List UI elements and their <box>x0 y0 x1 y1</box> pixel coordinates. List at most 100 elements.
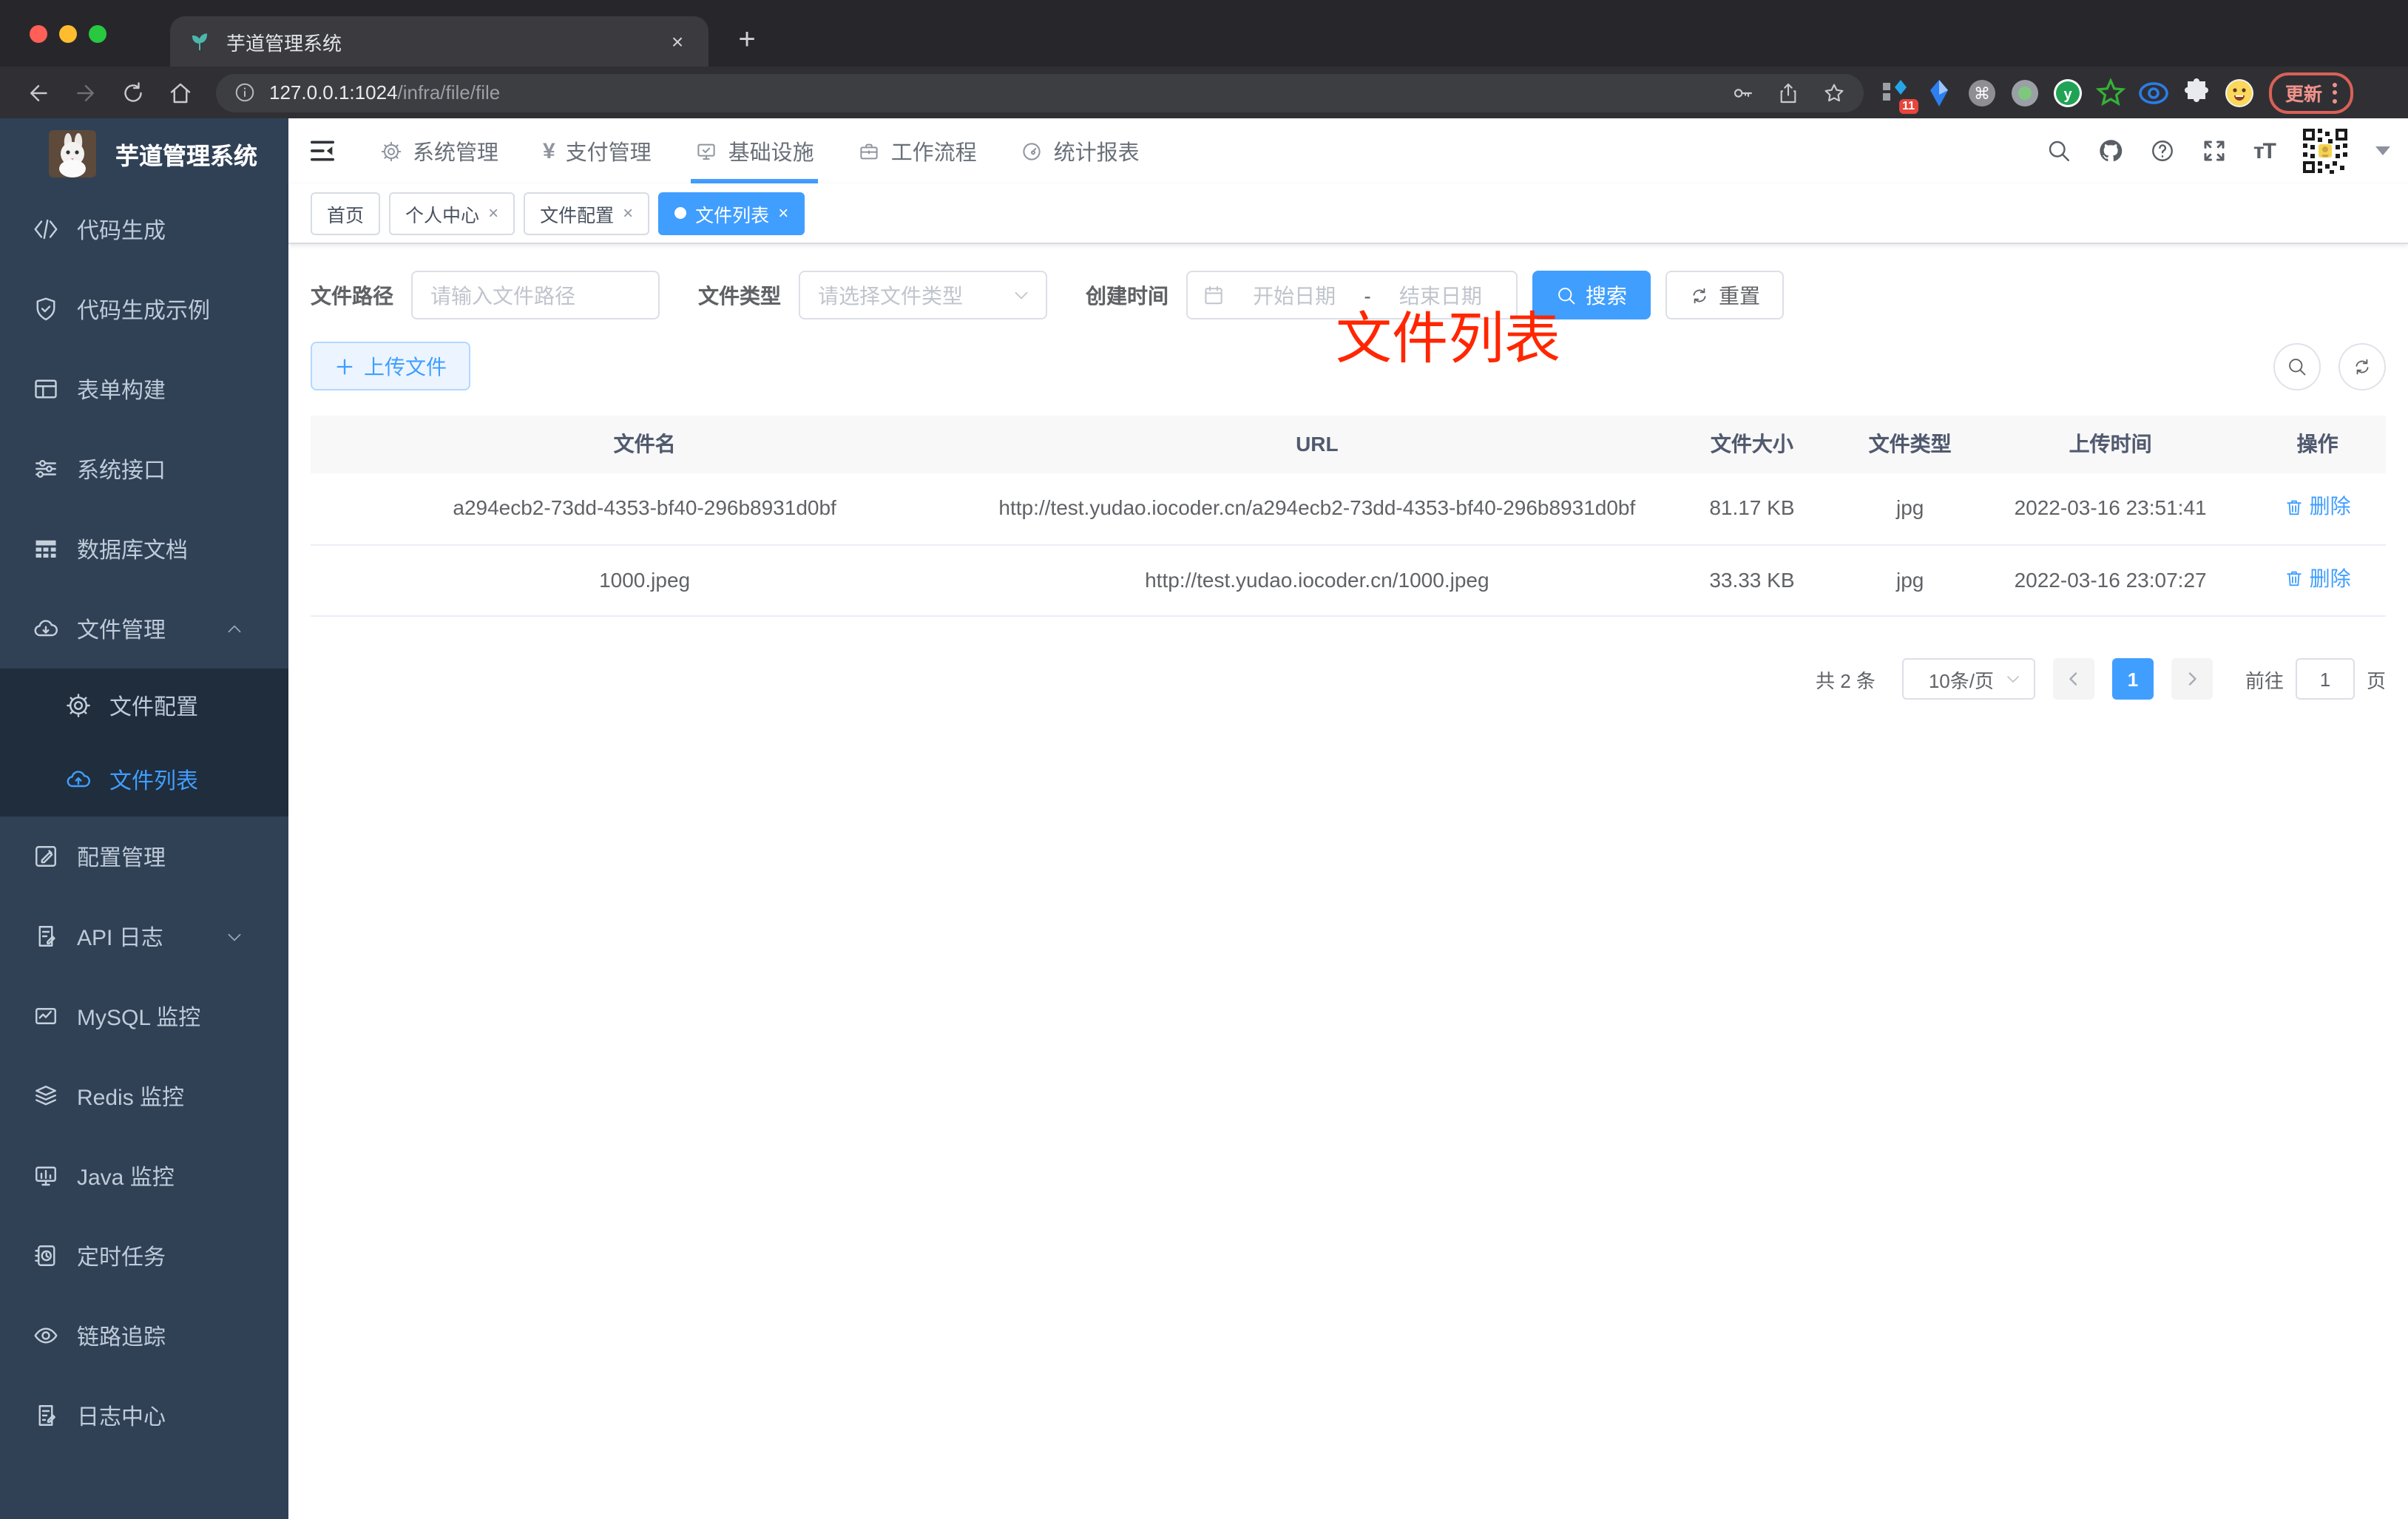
tag-close-icon[interactable]: × <box>623 203 633 223</box>
reload-icon[interactable] <box>120 79 146 106</box>
nav-item-统计报表[interactable]: 统计报表 <box>1005 118 1156 183</box>
site-info-icon[interactable] <box>234 81 256 104</box>
refresh-circle-button[interactable] <box>2338 342 2386 390</box>
nav-item-基础设施[interactable]: 基础设施 <box>680 118 831 183</box>
nav-item-系统管理[interactable]: 系统管理 <box>364 118 515 183</box>
home-icon[interactable] <box>167 79 194 106</box>
smiley-avatar-icon[interactable] <box>2225 78 2254 107</box>
command-ext-icon[interactable]: ⌘ <box>1967 78 1997 107</box>
chartmon-icon <box>33 1003 59 1029</box>
sidebar-item-Redis 监控[interactable]: Redis 监控 <box>0 1056 288 1136</box>
actions-cell: 删除 <box>2249 473 2386 545</box>
help-icon[interactable] <box>2150 138 2177 164</box>
sidebar-item-代码生成[interactable]: 代码生成 <box>0 189 288 269</box>
sidebar-item-定时任务[interactable]: 定时任务 <box>0 1216 288 1296</box>
browser-menu-kebab-icon[interactable] <box>2333 82 2338 103</box>
sidebar-item-label: 文件管理 <box>77 618 166 643</box>
view-tag-文件列表[interactable]: 文件列表 × <box>658 192 805 234</box>
fullscreen-icon[interactable] <box>2202 138 2228 164</box>
browser-update-button[interactable]: 更新 <box>2269 72 2354 113</box>
type-cell: jpg <box>1848 473 1972 545</box>
sidebar-item-API 日志[interactable]: API 日志 <box>0 896 288 976</box>
goto-page-input[interactable] <box>2295 658 2355 700</box>
tab-close-icon[interactable]: × <box>664 30 691 53</box>
nav-item-工作流程[interactable]: 工作流程 <box>842 118 993 183</box>
sidebar-logo[interactable]: 芋道管理系统 <box>0 118 288 189</box>
sidebar-item-数据库文档[interactable]: 数据库文档 <box>0 509 288 589</box>
sidebar-collapse-icon[interactable] <box>308 136 337 166</box>
delete-button[interactable]: 删除 <box>2284 563 2351 594</box>
sidebar-item-label: Redis 监控 <box>77 1085 185 1110</box>
user-avatar[interactable] <box>2300 126 2350 176</box>
sidebar-item-代码生成示例[interactable]: 代码生成示例 <box>0 269 288 349</box>
top-nav: 系统管理 ¥ 支付管理 基础设施 工作流程 统计报表 <box>364 118 1156 183</box>
url-bar[interactable]: 127.0.0.1:1024/infra/file/file <box>216 73 1864 112</box>
url-text[interactable]: 127.0.0.1:1024/infra/file/file <box>269 81 500 104</box>
page-size-value: 10条/页 <box>1928 669 1994 691</box>
sidebar-item-配置管理[interactable]: 配置管理 <box>0 816 288 896</box>
tag-close-icon[interactable]: × <box>488 203 498 223</box>
upload-file-button[interactable]: 上传文件 <box>311 342 470 390</box>
update-label: 更新 <box>2285 84 2323 105</box>
y-circle-ext-icon[interactable]: y <box>2053 78 2083 107</box>
puzzle-ext-icon[interactable] <box>2182 78 2211 107</box>
close-window-button[interactable] <box>30 25 47 43</box>
view-tag-个人中心[interactable]: 个人中心 × <box>389 192 515 234</box>
zoom-window-button[interactable] <box>89 25 106 43</box>
search-icon[interactable] <box>2046 138 2073 164</box>
search-button-label: 搜索 <box>1586 283 1627 307</box>
col-uploadtime: 上传时间 <box>1971 416 2250 473</box>
sidebar-item-日志中心[interactable]: 日志中心 <box>0 1376 288 1455</box>
avatar-caret-down-icon[interactable] <box>2375 146 2390 155</box>
editsq-icon <box>33 843 59 870</box>
green-star-ext-icon[interactable] <box>2096 78 2125 107</box>
minimize-window-button[interactable] <box>59 25 77 43</box>
sidebar-item-表单构建[interactable]: 表单构建 <box>0 349 288 429</box>
tag-label: 文件列表 <box>695 205 770 226</box>
bookmark-star-icon[interactable] <box>1822 81 1846 104</box>
monitor-icon <box>696 140 718 162</box>
back-icon[interactable] <box>25 79 52 106</box>
tag-label: 首页 <box>327 205 365 226</box>
font-size-icon[interactable]: тT <box>2253 138 2276 163</box>
sidebar-item-文件配置[interactable]: 文件配置 <box>0 669 288 742</box>
sidebar-item-链路追踪[interactable]: 链路追踪 <box>0 1296 288 1376</box>
new-tab-button[interactable]: + <box>729 24 765 58</box>
blue-kite-ext-icon[interactable] <box>1924 78 1954 107</box>
delete-button[interactable]: 删除 <box>2284 491 2351 522</box>
show-search-circle-button[interactable] <box>2273 342 2321 390</box>
dbtable-icon <box>33 535 59 562</box>
prev-page-button[interactable] <box>2052 658 2094 700</box>
header-actions: тT <box>2046 126 2408 176</box>
forward-icon[interactable] <box>72 79 99 106</box>
tag-close-icon[interactable]: × <box>778 203 788 223</box>
file-type-select[interactable]: 请选择文件类型 <box>799 271 1047 319</box>
next-page-button[interactable] <box>2171 658 2213 700</box>
view-tag-首页[interactable]: 首页 <box>311 192 381 234</box>
app-title: 芋道管理系统 <box>115 145 258 170</box>
view-tag-文件配置[interactable]: 文件配置 × <box>524 192 650 234</box>
sidebar-item-MySQL 监控[interactable]: MySQL 监控 <box>0 976 288 1056</box>
green-dot-ext-icon[interactable] <box>2010 78 2040 107</box>
app-header: 系统管理 ¥ 支付管理 基础设施 工作流程 统计报表 тT <box>288 118 2408 183</box>
page-number-current[interactable]: 1 <box>2111 658 2154 700</box>
file-path-input[interactable] <box>411 271 660 319</box>
blue-eye-ext-icon[interactable] <box>2139 78 2168 107</box>
sidebar-item-文件列表[interactable]: 文件列表 <box>0 742 288 816</box>
file-type-label: 文件类型 <box>698 283 781 307</box>
col-type: 文件类型 <box>1848 416 1972 473</box>
sidebar-item-系统接口[interactable]: 系统接口 <box>0 429 288 509</box>
sidebar-item-Java 监控[interactable]: Java 监控 <box>0 1136 288 1216</box>
sidebar-item-文件管理[interactable]: 文件管理 <box>0 589 288 669</box>
file-type-placeholder: 请选择文件类型 <box>818 283 963 307</box>
reset-button[interactable]: 重置 <box>1665 271 1784 319</box>
page-suffix-label: 页 <box>2366 669 2386 691</box>
browser-tab[interactable]: 芋道管理系统 × <box>170 16 708 67</box>
page-size-select[interactable]: 10条/页 <box>1901 658 2035 700</box>
grid-diamond-ext-icon[interactable]: 11 <box>1881 78 1918 113</box>
share-icon[interactable] <box>1776 81 1800 104</box>
nav-item-支付管理[interactable]: ¥ 支付管理 <box>527 118 668 183</box>
password-key-icon[interactable] <box>1731 81 1754 104</box>
sidebar-item-label: 表单构建 <box>77 378 166 403</box>
github-icon[interactable] <box>2098 138 2125 164</box>
